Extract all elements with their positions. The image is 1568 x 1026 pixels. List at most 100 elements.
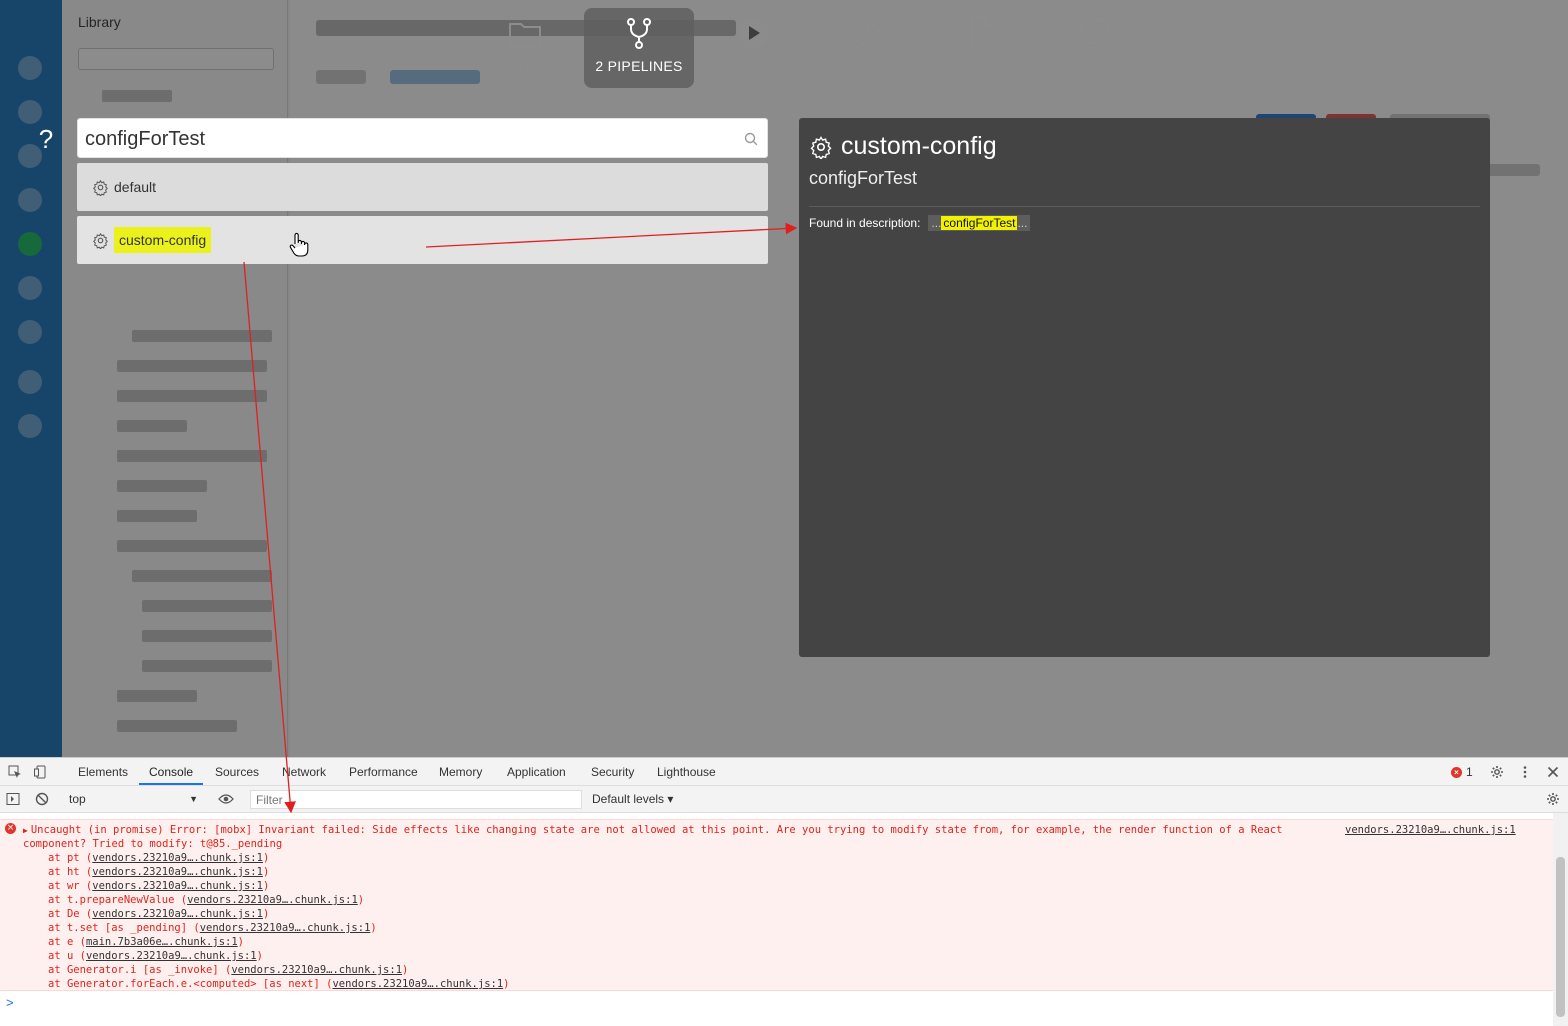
more-menu-icon[interactable]	[1518, 765, 1532, 779]
stack-line: at De (vendors.23210a9….chunk.js:1)	[48, 907, 510, 921]
chevron-down-icon: ▾	[667, 792, 674, 806]
tab-tools[interactable]: TOOLS	[812, 8, 922, 88]
devtools-tab-sources[interactable]: Sources	[215, 765, 259, 779]
stack-source-link[interactable]: vendors.23210a9….chunk.js:1	[92, 908, 263, 920]
stack-source-link[interactable]: main.7b3a06e….chunk.js:1	[86, 936, 238, 948]
tab-label: TOOLS	[842, 58, 892, 74]
stack-frame-end: )	[262, 866, 270, 878]
search-result-custom-config[interactable]: custom-config	[77, 216, 768, 264]
search-nav-tabs: FOLDERS 2 PIPELINES RUNS TOOLS DATA ISSU…	[470, 8, 1154, 88]
devtools-tab-performance[interactable]: Performance	[349, 765, 418, 779]
stack-source-link[interactable]: vendors.23210a9….chunk.js:1	[92, 852, 263, 864]
devtools-tab-lighthouse[interactable]: Lighthouse	[657, 765, 716, 779]
tab-pipelines[interactable]: 2 PIPELINES	[584, 8, 694, 88]
found-label: Found in description:	[809, 216, 921, 230]
error-source-link[interactable]: vendors.23210a9….chunk.js:1	[1345, 823, 1516, 837]
search-box	[77, 118, 768, 158]
stack-source-link[interactable]: vendors.23210a9….chunk.js:1	[332, 978, 503, 990]
search-input[interactable]	[85, 125, 725, 153]
stack-line: at Generator.forEach.e.<computed> [as ne…	[48, 977, 510, 991]
divider	[809, 206, 1480, 207]
devtools-tab-console[interactable]: Console	[138, 765, 204, 785]
context-select[interactable]: top ▼	[64, 790, 204, 809]
console-output: × ▶ Uncaught (in promise) Error: [mobx] I…	[0, 813, 1553, 1026]
stack-source-link[interactable]: vendors.23210a9….chunk.js:1	[92, 880, 263, 892]
scrollbar-thumb[interactable]	[1556, 857, 1565, 1017]
console-prompt[interactable]: >	[6, 995, 14, 1010]
console-toolbar: top ▼ Default levels ▾	[0, 786, 1568, 813]
eye-icon[interactable]	[218, 792, 234, 806]
chevron-down-icon: ▼	[189, 794, 198, 804]
error-icon: ×	[1451, 766, 1462, 778]
search-result-default[interactable]: default	[77, 163, 768, 211]
tab-folders[interactable]: FOLDERS	[470, 8, 580, 88]
snippet-match: configForTest	[941, 216, 1018, 230]
inspect-element-icon[interactable]	[8, 765, 22, 779]
levels-label: Default levels	[592, 792, 665, 806]
stack-frame: at t.set [as _pending] (	[48, 922, 200, 934]
stack-line: at wr (vendors.23210a9….chunk.js:1)	[48, 879, 510, 893]
stack-source-link[interactable]: vendors.23210a9….chunk.js:1	[200, 922, 371, 934]
device-toolbar-icon[interactable]	[34, 765, 48, 779]
log-levels-dropdown[interactable]: Default levels ▾	[592, 792, 673, 806]
stack-line: at ht (vendors.23210a9….chunk.js:1)	[48, 865, 510, 879]
wrench-icon	[854, 18, 884, 49]
stack-frame: at pt (	[48, 852, 93, 864]
tab-label: ISSUES	[1068, 58, 1122, 74]
help-button[interactable]: ?	[30, 122, 62, 156]
console-scrollbar[interactable]	[1553, 813, 1568, 1026]
tab-data[interactable]: DATA	[926, 8, 1036, 88]
stack-trace: at pt (vendors.23210a9….chunk.js:1) at ht…	[48, 851, 510, 991]
play-icon	[738, 18, 768, 48]
tab-runs[interactable]: RUNS	[698, 8, 808, 88]
tab-issues[interactable]: ISSUES	[1040, 8, 1150, 88]
devtools-tab-network[interactable]: Network	[282, 765, 326, 779]
stack-source-link[interactable]: vendors.23210a9….chunk.js:1	[86, 950, 257, 962]
stack-source-link[interactable]: vendors.23210a9….chunk.js:1	[92, 866, 263, 878]
clear-console-icon[interactable]	[35, 792, 49, 806]
stack-frame-end: )	[262, 880, 270, 892]
stack-line: at pt (vendors.23210a9….chunk.js:1)	[48, 851, 510, 865]
stack-line: at Generator.i [as _invoke] (vendors.232…	[48, 963, 510, 977]
stack-source-link[interactable]: vendors.23210a9….chunk.js:1	[231, 964, 402, 976]
gear-icon	[93, 179, 108, 196]
pipeline-icon	[627, 18, 651, 49]
file-icon	[970, 17, 993, 49]
sidebar-toggle-icon[interactable]	[6, 792, 20, 806]
devtools-panel: Elements Console Sources Network Perform…	[0, 757, 1568, 1026]
gear-icon	[93, 232, 108, 249]
stack-line: at u (vendors.23210a9….chunk.js:1)	[48, 949, 510, 963]
console-filter-input[interactable]	[250, 790, 582, 809]
stack-frame-end: )	[262, 852, 270, 864]
stack-line: at t.set [as _pending] (vendors.23210a9……	[48, 921, 510, 935]
chat-icon	[1079, 17, 1110, 48]
stack-frame: at wr (	[48, 880, 93, 892]
devtools-tab-memory[interactable]: Memory	[439, 765, 482, 779]
devtools-tab-elements[interactable]: Elements	[78, 765, 128, 779]
stack-source-link[interactable]: vendors.23210a9….chunk.js:1	[187, 894, 358, 906]
stack-frame: at e (	[48, 936, 86, 948]
devtools-tab-security[interactable]: Security	[591, 765, 634, 779]
result-label: default	[114, 179, 157, 195]
stack-frame-end: )	[237, 936, 244, 948]
stack-frame-end: )	[402, 964, 409, 976]
folder-icon	[509, 23, 541, 47]
tab-label: RUNS	[732, 58, 774, 74]
stack-frame-end: )	[357, 894, 365, 906]
close-icon[interactable]	[1546, 765, 1560, 779]
expand-triangle-icon[interactable]: ▶	[23, 826, 28, 835]
console-error-message[interactable]: × ▶ Uncaught (in promise) Error: [mobx] I…	[0, 819, 1553, 991]
hand-cursor-icon	[289, 232, 309, 257]
error-line-2: component? Tried to modify: t@85._pendin…	[23, 838, 283, 850]
stack-frame: at Generator.forEach.e.<computed> [as ne…	[48, 978, 333, 990]
context-value: top	[69, 792, 86, 806]
error-counter[interactable]: × 1	[1451, 765, 1473, 779]
snippet-prefix: ...	[931, 216, 942, 230]
preview-panel: custom-config configForTest Found in des…	[799, 118, 1490, 657]
stack-frame-end: )	[256, 950, 263, 962]
preview-title: custom-config	[809, 132, 997, 161]
gear-icon[interactable]	[1490, 765, 1504, 779]
console-settings-icon[interactable]	[1546, 792, 1560, 806]
search-icon[interactable]	[743, 131, 759, 147]
devtools-tab-application[interactable]: Application	[507, 765, 566, 779]
